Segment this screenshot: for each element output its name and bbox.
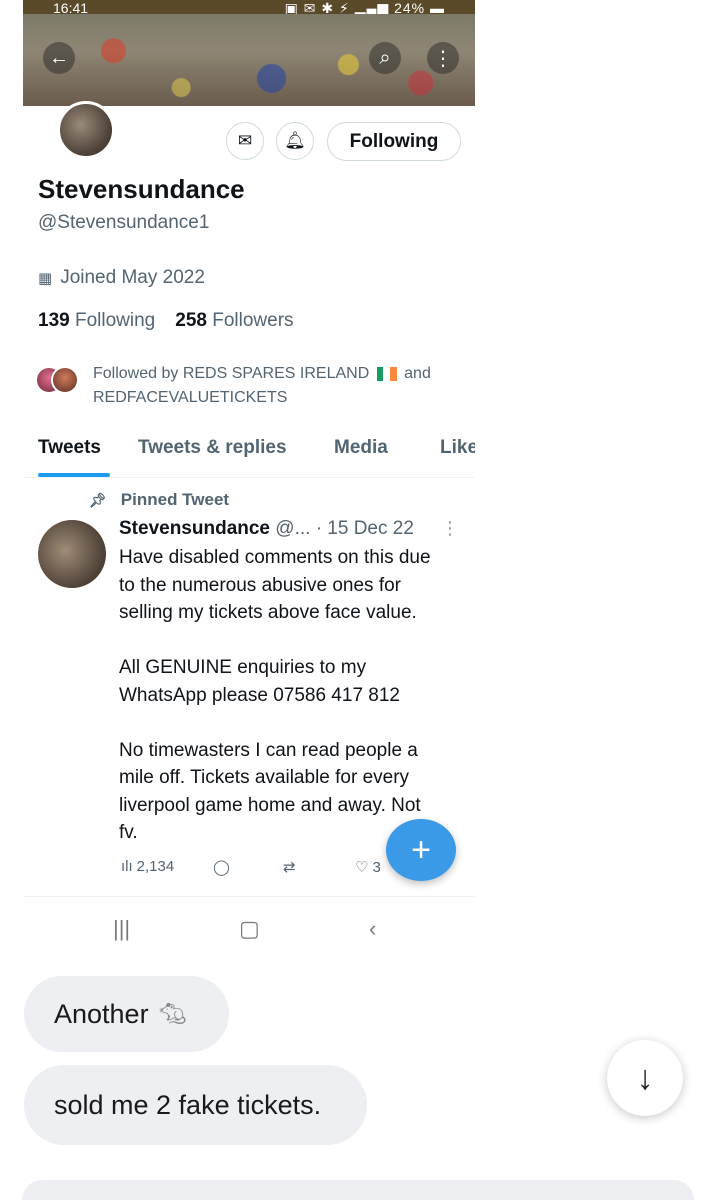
followed-by-avatars <box>35 362 83 394</box>
search-icon[interactable]: ⌕ <box>369 42 401 74</box>
tweet-text: Have disabled comments on this due to th… <box>119 544 469 847</box>
joined-date: ▦ Joined May 2022 <box>38 267 205 289</box>
tweet-line: to the numerous abusive ones for <box>119 574 402 596</box>
back-arrow-icon[interactable]: ← <box>43 42 75 74</box>
tweet-author[interactable]: Stevensundance <box>119 518 270 539</box>
tweet-line: liverpool game home and away. Not <box>119 794 421 816</box>
tab-media[interactable]: Media <box>334 437 388 459</box>
followers-label: Followers <box>212 310 294 331</box>
tweet-line: No timewasters I can read people a <box>119 739 418 761</box>
following-count-link[interactable]: 139 Following <box>38 310 155 332</box>
active-tab-indicator <box>38 473 110 477</box>
followed-by[interactable]: Followed by REDS SPARES IRELAND and REDF… <box>35 362 465 410</box>
message-input[interactable] <box>22 1180 694 1200</box>
plus-icon: + <box>411 830 431 869</box>
tab-tweets[interactable]: Tweets <box>38 437 101 459</box>
retweet-icon[interactable]: ⇄ <box>283 858 296 876</box>
profile-handle: @Stevensundance1 <box>38 212 210 233</box>
tweet-line: WhatsApp please 07586 417 812 <box>119 684 400 706</box>
calendar-icon: ▦ <box>38 270 53 287</box>
chat-message[interactable]: sold me 2 fake tickets. <box>24 1065 367 1145</box>
followed-by-second: REDFACEVALUETICKETS <box>93 389 288 406</box>
profile-avatar[interactable] <box>57 101 115 159</box>
home-icon[interactable]: ▢ <box>239 916 260 942</box>
tweet-header: Stevensundance @... · 15 Dec 22 <box>119 518 414 540</box>
back-icon[interactable]: ‹ <box>369 916 376 942</box>
divider <box>23 896 475 897</box>
chat-message-text: sold me 2 fake tickets. <box>54 1089 322 1120</box>
tweet-more-icon[interactable]: ⋮ <box>441 518 459 539</box>
pinned-text: Pinned Tweet <box>120 490 230 509</box>
tweet-line: All GENUINE enquiries to my <box>119 657 367 678</box>
irish-flag-icon <box>376 366 397 381</box>
mail-icon: ✉ <box>237 131 253 150</box>
views-action[interactable]: ılı 2,134 <box>121 858 174 875</box>
notify-button[interactable]: 🔔︎ <box>276 122 314 160</box>
phone-screenshot: 16:41 ▣ ✉ ✱ ⚡ ▂▄▆ 24% ▬ ← ⌕ ⋮ ✉ 🔔︎ Follo… <box>23 0 475 965</box>
tweet-line: mile off. Tickets available for every <box>119 767 410 788</box>
tweet-line: selling my tickets above face value. <box>119 602 417 623</box>
profile-banner: ← ⌕ ⋮ <box>23 14 475 106</box>
arrow-down-icon: ↓ <box>636 1058 654 1097</box>
followed-by-prefix: Followed by REDS SPARES IRELAND <box>93 365 370 382</box>
tab-likes[interactable]: Like <box>440 437 475 459</box>
pin-icon: 📌︎ <box>89 491 107 508</box>
tweet-handle: @... <box>275 518 311 539</box>
reply-icon[interactable]: ◯ <box>213 858 230 876</box>
tweet-date: · 15 Dec 22 <box>315 518 414 539</box>
followed-by-text: Followed by REDS SPARES IRELAND and REDF… <box>93 362 431 410</box>
following-button[interactable]: Following <box>327 122 461 161</box>
more-vertical-icon[interactable]: ⋮ <box>427 42 459 74</box>
profile-tabs: Tweets Tweets & replies Media Like <box>23 432 475 478</box>
chat-message-text: Another <box>54 998 149 1029</box>
tweet-line: Have disabled comments on this due <box>119 547 431 568</box>
display-name: Stevensundance <box>38 174 245 204</box>
android-nav-bar: ||| ▢ ‹ <box>23 910 475 954</box>
following-count: 139 <box>38 310 70 331</box>
joined-text: Joined May 2022 <box>60 267 205 288</box>
tab-tweets-replies[interactable]: Tweets & replies <box>138 437 287 459</box>
followed-by-suffix: and <box>404 365 431 382</box>
avatar <box>51 366 79 394</box>
heart-icon: ♡ <box>355 859 369 876</box>
scroll-down-button[interactable]: ↓ <box>607 1040 683 1116</box>
followers-count-link[interactable]: 258 Followers <box>175 310 293 332</box>
views-icon: ılı <box>121 858 133 875</box>
tweet-avatar[interactable] <box>38 520 106 588</box>
following-label: Following <box>74 310 156 331</box>
chat-message[interactable]: Another 🐀︎ <box>24 976 229 1052</box>
bell-plus-icon: 🔔︎ <box>284 131 306 150</box>
followers-count: 258 <box>175 310 207 331</box>
views-count: 2,134 <box>136 858 175 875</box>
compose-fab[interactable]: + <box>386 819 456 881</box>
like-action[interactable]: ♡ 3 <box>355 858 381 877</box>
recents-icon[interactable]: ||| <box>113 916 130 942</box>
pinned-label: 📌︎ Pinned Tweet <box>89 490 229 510</box>
follow-counts: 139 Following 258 Followers <box>38 310 294 332</box>
message-button[interactable]: ✉ <box>226 122 264 160</box>
rat-icon: 🐀︎ <box>158 1001 187 1026</box>
like-count: 3 <box>372 858 381 876</box>
